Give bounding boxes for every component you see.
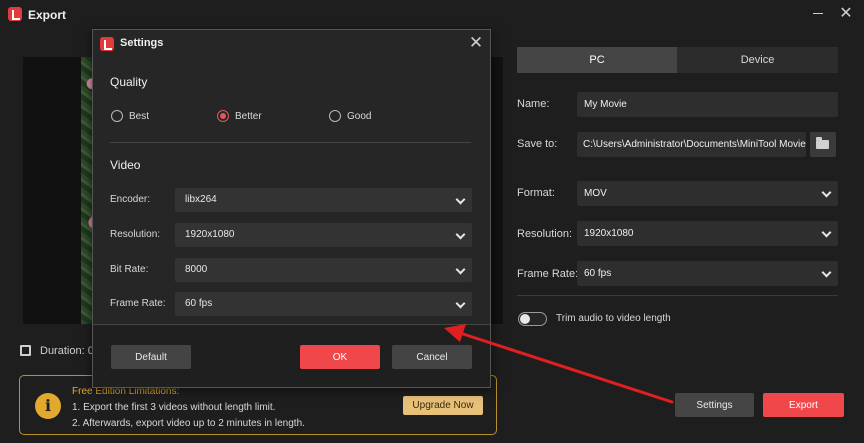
bitrate-label: Bit Rate:	[110, 264, 149, 275]
export-button[interactable]: Export	[763, 393, 844, 417]
settings-button[interactable]: Settings	[675, 393, 754, 417]
settings-dialog: Settings ✕ Quality Best Better Good Vide…	[92, 29, 491, 388]
save-to-value: C:\Users\Administrator\Documents\MiniToo…	[583, 139, 806, 150]
resolution-label: Resolution:	[517, 228, 573, 240]
chevron-down-icon	[455, 264, 466, 275]
upgrade-now-button[interactable]: Upgrade Now	[403, 396, 483, 415]
limitations-line-2: 2. Afterwards, export video up to 2 minu…	[72, 418, 305, 429]
cancel-button[interactable]: Cancel	[392, 345, 472, 369]
bitrate-select[interactable]: 8000	[175, 258, 472, 282]
default-button[interactable]: Default	[111, 345, 191, 369]
divider	[110, 142, 471, 143]
chevron-down-icon	[821, 227, 832, 238]
format-label: Format:	[517, 187, 555, 199]
dialog-resolution-select[interactable]: 1920x1080	[175, 223, 472, 247]
quality-good-radio[interactable]	[329, 110, 341, 122]
video-section-title: Video	[110, 158, 141, 172]
save-to-input[interactable]: C:\Users\Administrator\Documents\MiniToo…	[577, 132, 806, 157]
quality-best-label[interactable]: Best	[129, 111, 149, 122]
folder-icon	[816, 137, 829, 149]
dialog-resolution-value: 1920x1080	[185, 229, 235, 240]
quality-best-radio[interactable]	[111, 110, 123, 122]
target-tabs: PC Device	[517, 47, 838, 73]
name-value: My Movie	[584, 99, 627, 110]
chevron-down-icon	[821, 187, 832, 198]
encoder-label: Encoder:	[110, 194, 151, 205]
trim-audio-label: Trim audio to video length	[556, 313, 671, 324]
dialog-title: Settings	[120, 37, 164, 49]
dialog-frame-rate-value: 60 fps	[185, 298, 213, 309]
app-logo-icon	[8, 7, 22, 21]
quality-better-radio[interactable]	[217, 110, 229, 122]
name-input[interactable]: My Movie	[577, 92, 838, 117]
ok-button[interactable]: OK	[300, 345, 380, 369]
frame-rate-value: 60 fps	[584, 268, 612, 279]
trim-audio-toggle[interactable]	[518, 312, 547, 326]
dialog-titlebar: Settings ✕	[93, 30, 490, 58]
film-icon	[20, 345, 31, 356]
minimize-icon[interactable]	[813, 13, 823, 14]
close-icon[interactable]: ✕	[468, 34, 484, 52]
quality-section-title: Quality	[110, 75, 148, 89]
save-to-label: Save to:	[517, 138, 558, 150]
dialog-resolution-label: Resolution:	[110, 229, 161, 240]
chevron-down-icon	[821, 267, 832, 278]
frame-rate-label: Frame Rate:	[517, 268, 579, 280]
info-icon: i	[35, 393, 61, 419]
app-logo-icon	[100, 37, 114, 51]
encoder-value: libx264	[185, 194, 217, 205]
toggle-knob	[520, 314, 530, 324]
browse-folder-button[interactable]	[810, 132, 836, 157]
chevron-down-icon	[455, 298, 466, 309]
frame-rate-select[interactable]: 60 fps	[577, 261, 838, 286]
resolution-value: 1920x1080	[584, 228, 634, 239]
encoder-select[interactable]: libx264	[175, 188, 472, 212]
dialog-footer: Default OK Cancel	[93, 324, 490, 387]
window-title: Export	[28, 8, 67, 22]
limitations-line-1: 1. Export the first 3 videos without len…	[72, 402, 276, 413]
quality-better-label[interactable]: Better	[235, 111, 262, 122]
divider	[517, 295, 838, 296]
chevron-down-icon	[455, 194, 466, 205]
close-icon[interactable]: ✕	[838, 6, 854, 22]
tab-pc[interactable]: PC	[517, 47, 677, 73]
quality-good-label[interactable]: Good	[347, 111, 371, 122]
window-titlebar: Export ✕	[0, 0, 864, 30]
bitrate-value: 8000	[185, 264, 208, 275]
name-label: Name:	[517, 98, 550, 110]
dialog-frame-rate-select[interactable]: 60 fps	[175, 292, 472, 316]
tab-device[interactable]: Device	[677, 47, 838, 73]
duration-label: Duration: 0	[40, 345, 94, 357]
chevron-down-icon	[455, 229, 466, 240]
resolution-select[interactable]: 1920x1080	[577, 221, 838, 246]
dialog-frame-rate-label: Frame Rate:	[110, 298, 166, 309]
format-value: MOV	[584, 188, 607, 199]
format-select[interactable]: MOV	[577, 181, 838, 206]
